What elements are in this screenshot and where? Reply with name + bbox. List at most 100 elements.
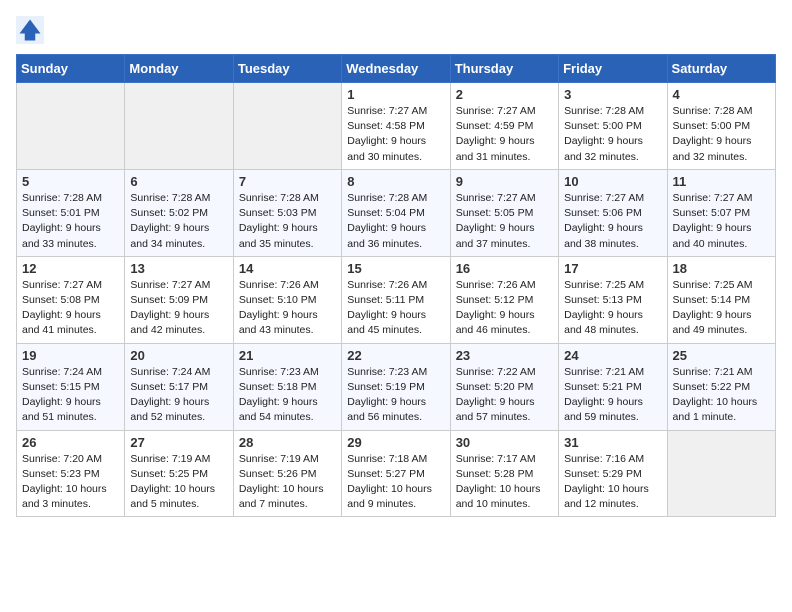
calendar-cell: 14 Sunrise: 7:26 AM Sunset: 5:10 PM Dayli… (233, 256, 341, 343)
weekday-header-thursday: Thursday (450, 55, 558, 83)
weekday-header-saturday: Saturday (667, 55, 775, 83)
day-number: 16 (456, 261, 553, 276)
day-number: 31 (564, 435, 661, 450)
calendar-cell: 4 Sunrise: 7:28 AM Sunset: 5:00 PM Daylig… (667, 83, 775, 170)
weekday-header-sunday: Sunday (17, 55, 125, 83)
day-number: 19 (22, 348, 119, 363)
day-number: 21 (239, 348, 336, 363)
day-number: 11 (673, 174, 770, 189)
day-info: Sunrise: 7:27 AM Sunset: 5:09 PM Dayligh… (130, 278, 227, 339)
calendar-body: 1Sunrise: 7:27 AM Sunset: 4:58 PM Daylig… (17, 83, 776, 517)
day-info: Sunrise: 7:20 AM Sunset: 5:23 PM Dayligh… (22, 452, 119, 513)
calendar-cell (667, 430, 775, 517)
calendar-cell: 6Sunrise: 7:28 AM Sunset: 5:02 PM Daylig… (125, 169, 233, 256)
day-number: 25 (673, 348, 770, 363)
day-info: Sunrise: 7:28 AM Sunset: 5:00 PM Dayligh… (673, 104, 770, 165)
day-number: 2 (456, 87, 553, 102)
day-number: 10 (564, 174, 661, 189)
day-number: 24 (564, 348, 661, 363)
calendar-header-row: SundayMondayTuesdayWednesdayThursdayFrid… (17, 55, 776, 83)
weekday-header-monday: Monday (125, 55, 233, 83)
day-info: Sunrise: 7:27 AM Sunset: 4:59 PM Dayligh… (456, 104, 553, 165)
day-info: Sunrise: 7:28 AM Sunset: 5:00 PM Dayligh… (564, 104, 661, 165)
day-number: 23 (456, 348, 553, 363)
calendar-cell: 11 Sunrise: 7:27 AM Sunset: 5:07 PM Dayli… (667, 169, 775, 256)
calendar-week-row: 26 Sunrise: 7:20 AM Sunset: 5:23 PM Dayli… (17, 430, 776, 517)
calendar-cell: 17 Sunrise: 7:25 AM Sunset: 5:13 PM Dayli… (559, 256, 667, 343)
day-info: Sunrise: 7:24 AM Sunset: 5:17 PM Dayligh… (130, 365, 227, 426)
day-number: 20 (130, 348, 227, 363)
day-info: Sunrise: 7:25 AM Sunset: 5:13 PM Dayligh… (564, 278, 661, 339)
calendar-cell: 22 Sunrise: 7:23 AM Sunset: 5:19 PM Dayli… (342, 343, 450, 430)
calendar-cell: 31 Sunrise: 7:16 AM Sunset: 5:29 PM Dayli… (559, 430, 667, 517)
day-info: Sunrise: 7:28 AM Sunset: 5:02 PM Dayligh… (130, 191, 227, 252)
day-info: Sunrise: 7:27 AM Sunset: 5:08 PM Dayligh… (22, 278, 119, 339)
calendar-cell: 20 Sunrise: 7:24 AM Sunset: 5:17 PM Dayli… (125, 343, 233, 430)
calendar-week-row: 19 Sunrise: 7:24 AM Sunset: 5:15 PM Dayli… (17, 343, 776, 430)
calendar-cell: 18 Sunrise: 7:25 AM Sunset: 5:14 PM Dayli… (667, 256, 775, 343)
calendar-cell (17, 83, 125, 170)
calendar-cell: 25Sunrise: 7:21 AM Sunset: 5:22 PM Dayli… (667, 343, 775, 430)
calendar-cell (233, 83, 341, 170)
day-info: Sunrise: 7:17 AM Sunset: 5:28 PM Dayligh… (456, 452, 553, 513)
calendar-cell (125, 83, 233, 170)
day-info: Sunrise: 7:23 AM Sunset: 5:19 PM Dayligh… (347, 365, 444, 426)
day-info: Sunrise: 7:21 AM Sunset: 5:21 PM Dayligh… (564, 365, 661, 426)
calendar-cell: 3 Sunrise: 7:28 AM Sunset: 5:00 PM Daylig… (559, 83, 667, 170)
calendar-cell: 29 Sunrise: 7:18 AM Sunset: 5:27 PM Dayli… (342, 430, 450, 517)
day-number: 27 (130, 435, 227, 450)
day-number: 3 (564, 87, 661, 102)
calendar-cell: 27Sunrise: 7:19 AM Sunset: 5:25 PM Dayli… (125, 430, 233, 517)
day-number: 1 (347, 87, 444, 102)
weekday-header-wednesday: Wednesday (342, 55, 450, 83)
day-info: Sunrise: 7:27 AM Sunset: 5:06 PM Dayligh… (564, 191, 661, 252)
day-info: Sunrise: 7:18 AM Sunset: 5:27 PM Dayligh… (347, 452, 444, 513)
day-info: Sunrise: 7:22 AM Sunset: 5:20 PM Dayligh… (456, 365, 553, 426)
calendar-week-row: 12 Sunrise: 7:27 AM Sunset: 5:08 PM Dayli… (17, 256, 776, 343)
calendar-cell: 2 Sunrise: 7:27 AM Sunset: 4:59 PM Daylig… (450, 83, 558, 170)
day-number: 8 (347, 174, 444, 189)
day-info: Sunrise: 7:24 AM Sunset: 5:15 PM Dayligh… (22, 365, 119, 426)
day-number: 14 (239, 261, 336, 276)
day-number: 12 (22, 261, 119, 276)
calendar-cell: 7 Sunrise: 7:28 AM Sunset: 5:03 PM Daylig… (233, 169, 341, 256)
day-info: Sunrise: 7:26 AM Sunset: 5:10 PM Dayligh… (239, 278, 336, 339)
calendar-week-row: 1Sunrise: 7:27 AM Sunset: 4:58 PM Daylig… (17, 83, 776, 170)
day-info: Sunrise: 7:28 AM Sunset: 5:01 PM Dayligh… (22, 191, 119, 252)
day-number: 5 (22, 174, 119, 189)
day-number: 17 (564, 261, 661, 276)
weekday-header-tuesday: Tuesday (233, 55, 341, 83)
calendar-cell: 30 Sunrise: 7:17 AM Sunset: 5:28 PM Dayli… (450, 430, 558, 517)
calendar-cell: 8Sunrise: 7:28 AM Sunset: 5:04 PM Daylig… (342, 169, 450, 256)
calendar-cell: 15Sunrise: 7:26 AM Sunset: 5:11 PM Dayli… (342, 256, 450, 343)
day-number: 4 (673, 87, 770, 102)
calendar-cell: 9Sunrise: 7:27 AM Sunset: 5:05 PM Daylig… (450, 169, 558, 256)
logo (16, 16, 48, 44)
day-info: Sunrise: 7:23 AM Sunset: 5:18 PM Dayligh… (239, 365, 336, 426)
day-number: 29 (347, 435, 444, 450)
calendar-cell: 21 Sunrise: 7:23 AM Sunset: 5:18 PM Dayli… (233, 343, 341, 430)
day-info: Sunrise: 7:25 AM Sunset: 5:14 PM Dayligh… (673, 278, 770, 339)
day-number: 7 (239, 174, 336, 189)
day-info: Sunrise: 7:26 AM Sunset: 5:12 PM Dayligh… (456, 278, 553, 339)
day-number: 9 (456, 174, 553, 189)
calendar-week-row: 5 Sunrise: 7:28 AM Sunset: 5:01 PM Daylig… (17, 169, 776, 256)
day-info: Sunrise: 7:27 AM Sunset: 5:07 PM Dayligh… (673, 191, 770, 252)
calendar-cell: 28Sunrise: 7:19 AM Sunset: 5:26 PM Dayli… (233, 430, 341, 517)
calendar-cell: 23 Sunrise: 7:22 AM Sunset: 5:20 PM Dayli… (450, 343, 558, 430)
calendar-cell: 13 Sunrise: 7:27 AM Sunset: 5:09 PM Dayli… (125, 256, 233, 343)
calendar-cell: 19 Sunrise: 7:24 AM Sunset: 5:15 PM Dayli… (17, 343, 125, 430)
logo-icon (16, 16, 44, 44)
day-number: 15 (347, 261, 444, 276)
page-header (16, 16, 776, 44)
day-info: Sunrise: 7:28 AM Sunset: 5:03 PM Dayligh… (239, 191, 336, 252)
calendar-cell: 16 Sunrise: 7:26 AM Sunset: 5:12 PM Dayli… (450, 256, 558, 343)
calendar-cell: 1Sunrise: 7:27 AM Sunset: 4:58 PM Daylig… (342, 83, 450, 170)
day-number: 30 (456, 435, 553, 450)
day-info: Sunrise: 7:16 AM Sunset: 5:29 PM Dayligh… (564, 452, 661, 513)
day-number: 22 (347, 348, 444, 363)
calendar-cell: 24 Sunrise: 7:21 AM Sunset: 5:21 PM Dayli… (559, 343, 667, 430)
day-number: 26 (22, 435, 119, 450)
day-number: 13 (130, 261, 227, 276)
day-number: 18 (673, 261, 770, 276)
